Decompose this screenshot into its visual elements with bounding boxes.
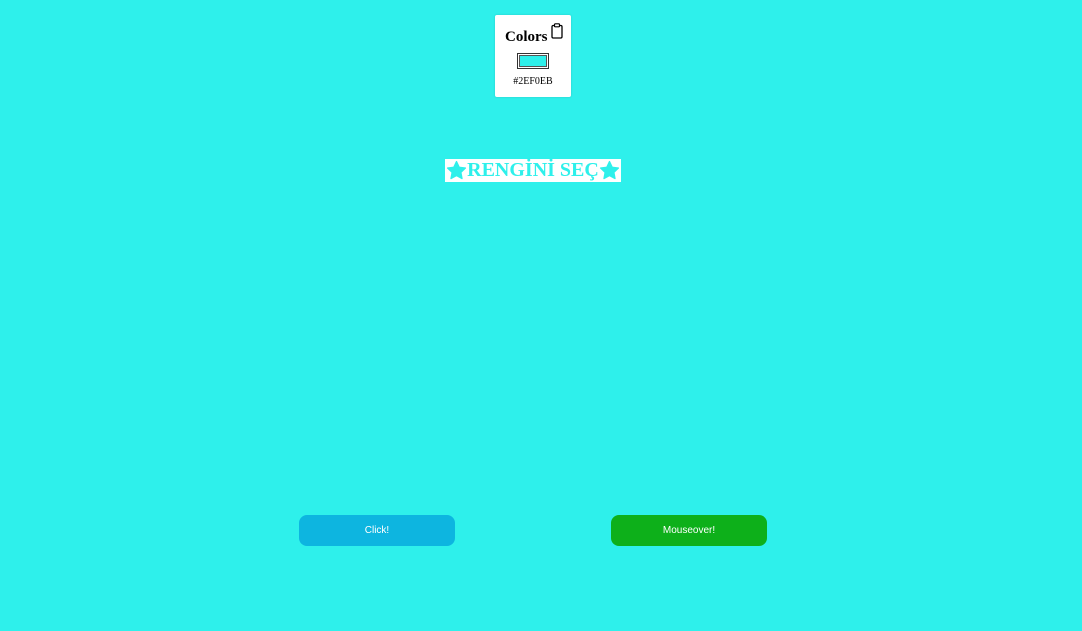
hex-value-label: #2EF0EB xyxy=(513,76,553,87)
heading-text: RENGİNİ SEÇ xyxy=(467,159,599,181)
colors-card: Colors #2EF0EB xyxy=(495,15,571,97)
star-icon xyxy=(599,160,619,180)
color-swatch-fill xyxy=(519,55,547,67)
heading-banner: RENGİNİ SEÇ xyxy=(445,159,621,182)
page-heading: RENGİNİ SEÇ xyxy=(446,159,620,182)
star-icon xyxy=(447,160,467,180)
color-swatch[interactable] xyxy=(517,53,549,69)
click-button[interactable]: Click! xyxy=(299,515,455,546)
page-root: Colors #2EF0EB RENGİNİ SEÇ Click! Mouseo… xyxy=(0,0,1082,631)
colors-card-title: Colors xyxy=(505,29,548,45)
clipboard-icon[interactable] xyxy=(551,23,563,39)
mouseover-button[interactable]: Mouseover! xyxy=(611,515,767,546)
